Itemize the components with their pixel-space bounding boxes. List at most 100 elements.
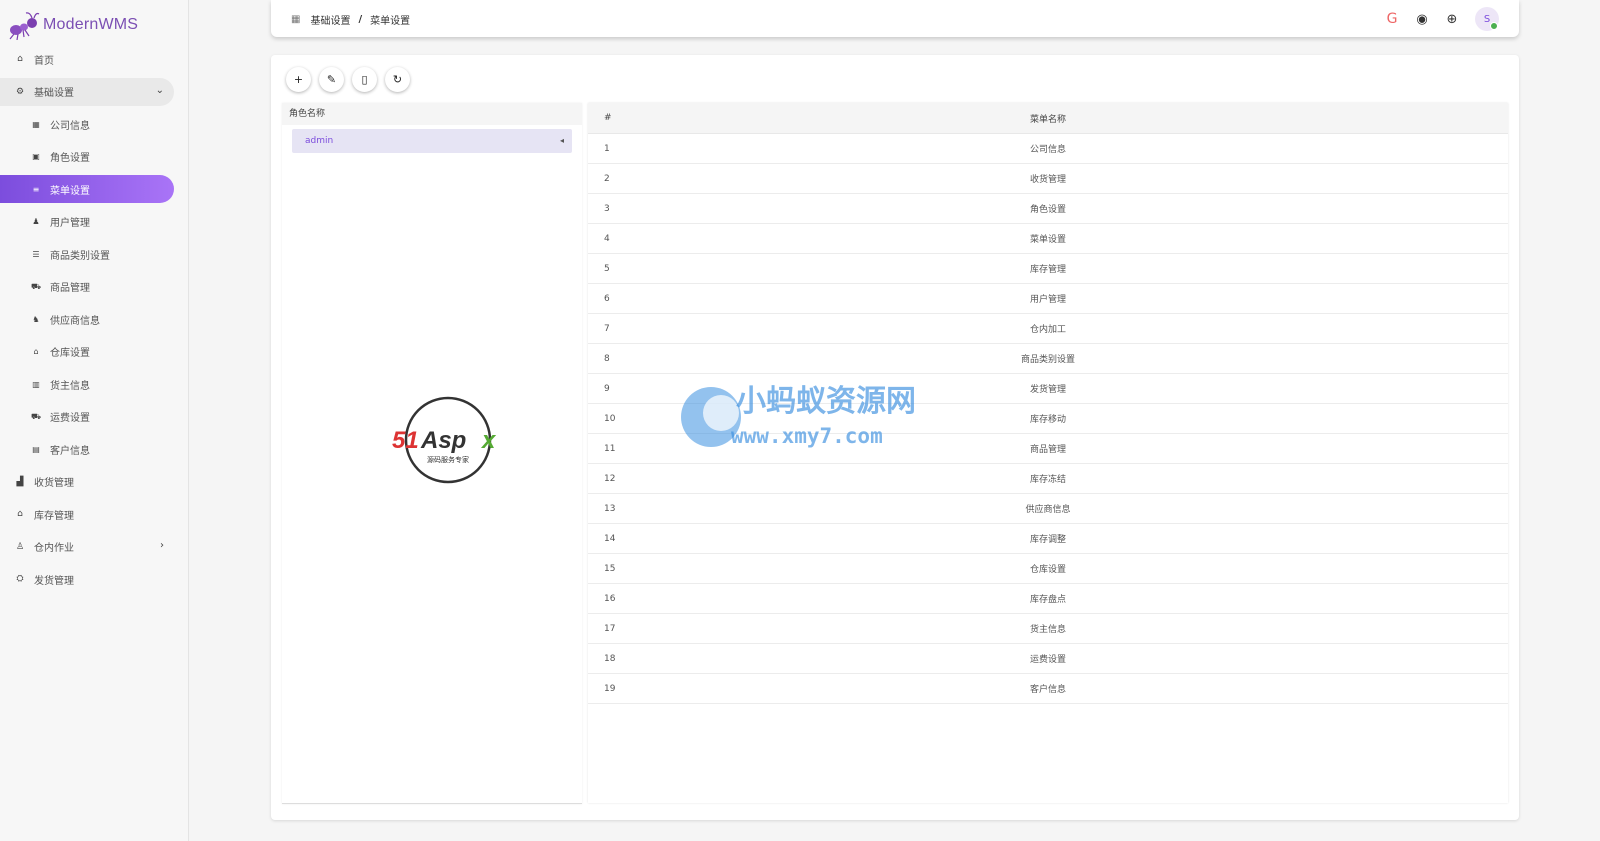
online-status-dot	[1490, 22, 1498, 30]
cell-index: 12	[604, 473, 616, 484]
home-icon: ⌂	[17, 54, 23, 64]
svg-text:x: x	[480, 427, 497, 454]
cell-index: 15	[604, 563, 616, 574]
watermark-brand: 51	[392, 427, 419, 454]
cell-index: 14	[604, 533, 616, 544]
cell-menu-name: 库存调整	[1029, 535, 1066, 545]
column-header-menu-name: 菜单名称	[1029, 114, 1066, 125]
sidebar-item[interactable]: ⚙ 基础设置 ⌄	[0, 77, 174, 106]
user-icon: ♟	[32, 217, 40, 226]
receive-icon: ▟	[16, 476, 24, 487]
stock-icon: ⌂	[17, 509, 23, 519]
table-row[interactable]: 5 库存管理	[588, 254, 1508, 284]
sidebar-item[interactable]: ⛟ 运费设置	[0, 403, 174, 431]
github-icon[interactable]: ◉	[1411, 8, 1433, 30]
table-row[interactable]: 12 库存冻结	[588, 464, 1508, 494]
table-row[interactable]: 17 货主信息	[588, 614, 1508, 644]
breadcrumb-item[interactable]: 基础设置	[310, 12, 350, 27]
sidebar-item[interactable]: ⌂ 仓库设置	[0, 338, 174, 366]
sidebar-item[interactable]: ≡ 菜单设置	[0, 175, 174, 203]
sidebar-item[interactable]: ⌂ 库存管理	[0, 500, 174, 528]
sidebar-item[interactable]: ▟ 收货管理	[0, 468, 174, 496]
sidebar-item[interactable]: ⛟ 商品管理	[0, 273, 174, 301]
cell-index: 7	[604, 323, 610, 334]
language-icon[interactable]: ⊕	[1441, 8, 1463, 30]
table-row[interactable]: 13 供应商信息	[588, 494, 1508, 524]
avatar[interactable]: S	[1475, 7, 1499, 31]
cell-menu-name: 仓库设置	[1029, 565, 1066, 575]
sidebar-item-label: 客户信息	[50, 445, 90, 457]
sidebar-item-label: 收货管理	[34, 478, 74, 489]
sidebar-item[interactable]: ♟ 用户管理	[0, 208, 174, 236]
cell-menu-name: 库存盘点	[1029, 595, 1066, 605]
sidebar-item[interactable]: ⛭ 发货管理	[0, 565, 174, 593]
cell-menu-name: 菜单设置	[1029, 235, 1066, 245]
app-logo[interactable]: ModernWMS	[8, 10, 138, 40]
cell-menu-name: 供应商信息	[1025, 505, 1071, 515]
sidebar-item[interactable]: ▣ 角色设置	[0, 143, 174, 171]
sidebar-item[interactable]: ▦ 公司信息	[0, 110, 174, 138]
cell-index: 2	[604, 173, 610, 184]
sidebar-item[interactable]: ▥ 货主信息	[0, 370, 174, 398]
sidebar-nav: ⌂ 首页 ⚙ 基础设置 ⌄ ▦ 公司信息 ▣ 角色设置 ≡ 菜单设置 ♟ 用户管理 ☰ 商品类别设置 ⛟ 商品管…	[0, 45, 188, 598]
cell-index: 3	[604, 203, 610, 214]
cell-menu-name: 货主信息	[1029, 625, 1066, 635]
cell-menu-name: 角色设置	[1029, 205, 1066, 215]
table-row[interactable]: 4 菜单设置	[588, 224, 1508, 254]
table-row[interactable]: 2 收货管理	[588, 164, 1508, 194]
watermark-site-url: www.xmy7.com	[731, 424, 883, 448]
watermark-tagline: 源码服务专家	[427, 455, 469, 464]
sidebar-item-label: 运费设置	[50, 413, 90, 424]
sidebar-item-label: 公司信息	[50, 120, 90, 132]
table-header: # 菜单名称	[588, 103, 1508, 134]
calculator-icon: ▦	[291, 14, 301, 25]
sidebar-item[interactable]: ▤ 客户信息	[0, 435, 174, 463]
table-row[interactable]: 6 用户管理	[588, 284, 1508, 314]
sidebar-item[interactable]: ♙ 仓内作业 ›	[0, 533, 174, 561]
role-item-admin[interactable]: admin ◂	[292, 129, 572, 153]
company-icon: ▦	[32, 119, 40, 129]
sidebar-item-label: 仓内作业	[34, 543, 74, 554]
cell-menu-name: 仓内加工	[1029, 325, 1066, 335]
delete-button[interactable]: ▯	[352, 67, 377, 92]
table-row[interactable]: 15 仓库设置	[588, 554, 1508, 584]
table-row[interactable]: 3 角色设置	[588, 194, 1508, 224]
sidebar-item[interactable]: ⌂ 首页	[0, 45, 174, 73]
sidebar-item-label: 货主信息	[50, 380, 90, 392]
sidebar-item-label: 基础设置	[34, 88, 74, 99]
ship-icon: ⛭	[16, 574, 24, 584]
gitee-icon[interactable]: G	[1381, 8, 1403, 30]
header-actions: G ◉ ⊕ S	[1373, 7, 1499, 31]
breadcrumb-separator: /	[358, 14, 363, 25]
breadcrumb: ▦ 基础设置 / 菜单设置	[291, 12, 410, 27]
edit-button[interactable]: ✎	[319, 67, 344, 92]
category-icon: ☰	[32, 249, 40, 259]
cell-menu-name: 商品类别设置	[1020, 355, 1075, 365]
sidebar-item-label: 用户管理	[50, 218, 90, 229]
sidebar-item[interactable]: ☰ 商品类别设置	[0, 240, 174, 268]
add-button[interactable]: +	[286, 67, 311, 92]
table-row[interactable]: 19 客户信息	[588, 674, 1508, 704]
table-row[interactable]: 8 商品类别设置	[588, 344, 1508, 374]
sidebar-item-label: 供应商信息	[50, 315, 100, 327]
caret-left-icon: ◂	[559, 136, 564, 145]
cell-index: 1	[604, 143, 610, 154]
avatar-letter: S	[1483, 13, 1491, 25]
sidebar-item-label: 菜单设置	[50, 185, 90, 197]
table-row[interactable]: 1 公司信息	[588, 134, 1508, 164]
role-panel-header: 角色名称	[282, 103, 582, 125]
table-row[interactable]: 14 库存调整	[588, 524, 1508, 554]
cell-menu-name: 库存冻结	[1029, 475, 1066, 485]
table-row[interactable]: 16 库存盘点	[588, 584, 1508, 614]
cell-index: 13	[604, 503, 616, 514]
table-row[interactable]: 7 仓内加工	[588, 314, 1508, 344]
sidebar-item-label: 库存管理	[34, 510, 74, 522]
table-row[interactable]: 18 运费设置	[588, 644, 1508, 674]
sidebar-item[interactable]: ♞ 供应商信息	[0, 305, 174, 333]
menu-icon: ≡	[32, 184, 40, 194]
cell-index: 4	[604, 233, 610, 244]
refresh-button[interactable]: ↻	[385, 67, 410, 92]
cell-menu-name: 公司信息	[1029, 145, 1066, 155]
warehouse-icon: ⌂	[33, 347, 39, 356]
breadcrumb-item-current: 菜单设置	[370, 16, 411, 27]
